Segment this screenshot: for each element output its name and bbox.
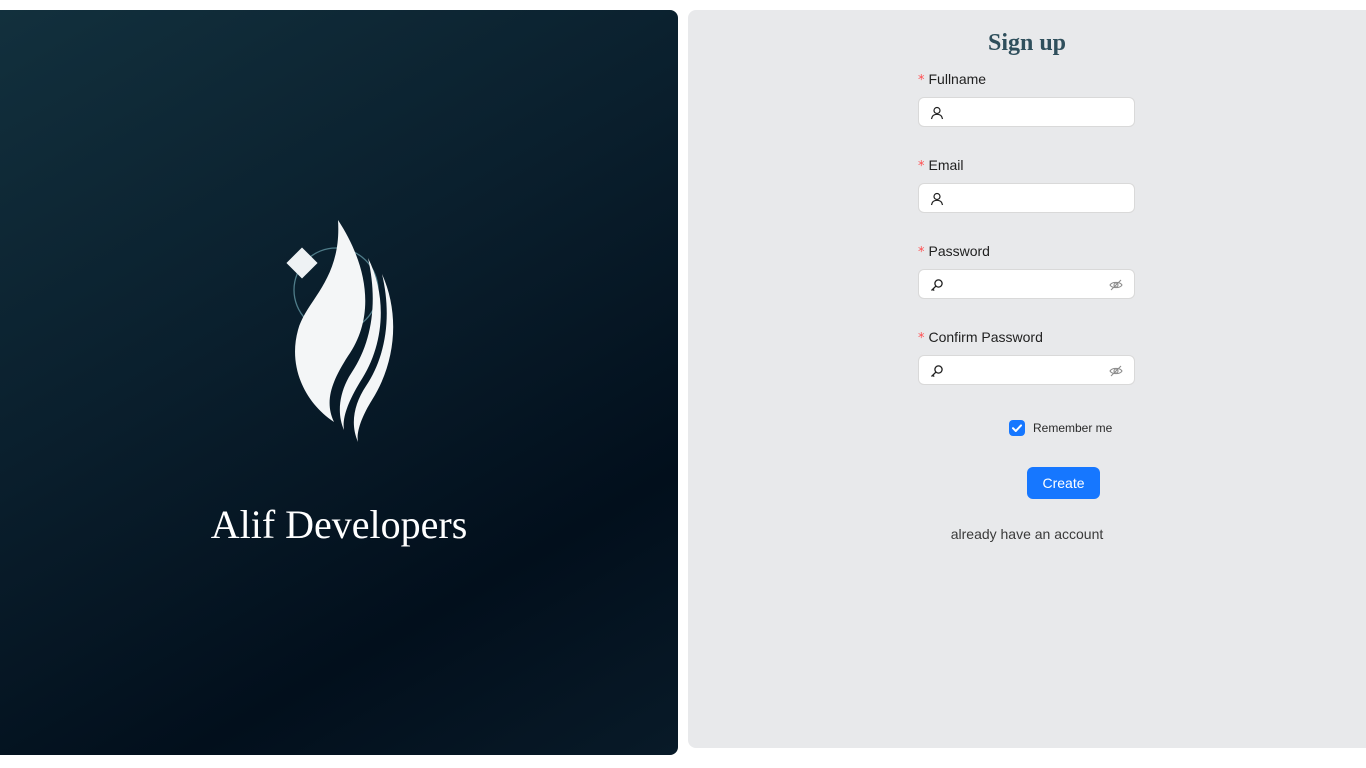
brand-panel: Alif Developers bbox=[0, 10, 678, 755]
password-input[interactable] bbox=[951, 274, 1101, 294]
password-field[interactable] bbox=[918, 269, 1135, 299]
form-title: Sign up bbox=[987, 30, 1067, 56]
required-mark: * bbox=[918, 245, 925, 260]
signup-panel: Sign up * Fullname * Email * Password * … bbox=[688, 10, 1366, 748]
required-mark: * bbox=[918, 159, 925, 174]
confirm-password-field[interactable] bbox=[918, 355, 1135, 385]
remember-me-checkbox[interactable] bbox=[1009, 419, 1025, 436]
login-link[interactable]: already have an account bbox=[688, 526, 1366, 542]
brand-name: Alif Developers bbox=[210, 502, 468, 547]
key-icon bbox=[931, 365, 943, 378]
email-input[interactable] bbox=[951, 188, 1101, 208]
fullname-input[interactable] bbox=[951, 102, 1101, 122]
user-icon bbox=[930, 106, 944, 120]
confirm-password-input[interactable] bbox=[951, 360, 1101, 380]
eye-invisible-icon[interactable] bbox=[1109, 364, 1123, 378]
create-button[interactable]: Create bbox=[1027, 467, 1100, 499]
fullname-label-text: Fullname bbox=[928, 71, 987, 87]
user-icon bbox=[930, 192, 944, 206]
email-label-text: Email bbox=[928, 157, 964, 173]
key-icon bbox=[931, 279, 943, 292]
password-label: * Password bbox=[918, 242, 990, 262]
fullname-field[interactable] bbox=[918, 97, 1135, 127]
remember-me-label: Remember me bbox=[1033, 420, 1113, 435]
required-mark: * bbox=[918, 331, 925, 346]
password-label-text: Password bbox=[928, 243, 990, 259]
alif-calligraphy-logo-icon bbox=[286, 220, 394, 442]
eye-invisible-icon[interactable] bbox=[1109, 278, 1123, 292]
confirm-password-label-text: Confirm Password bbox=[928, 329, 1043, 345]
required-mark: * bbox=[918, 73, 925, 88]
check-icon bbox=[1012, 423, 1022, 432]
email-field[interactable] bbox=[918, 183, 1135, 213]
email-label: * Email bbox=[918, 156, 964, 176]
confirm-password-label: * Confirm Password bbox=[918, 328, 1043, 348]
fullname-label: * Fullname bbox=[918, 70, 986, 90]
remember-me[interactable]: Remember me bbox=[1009, 419, 1112, 436]
